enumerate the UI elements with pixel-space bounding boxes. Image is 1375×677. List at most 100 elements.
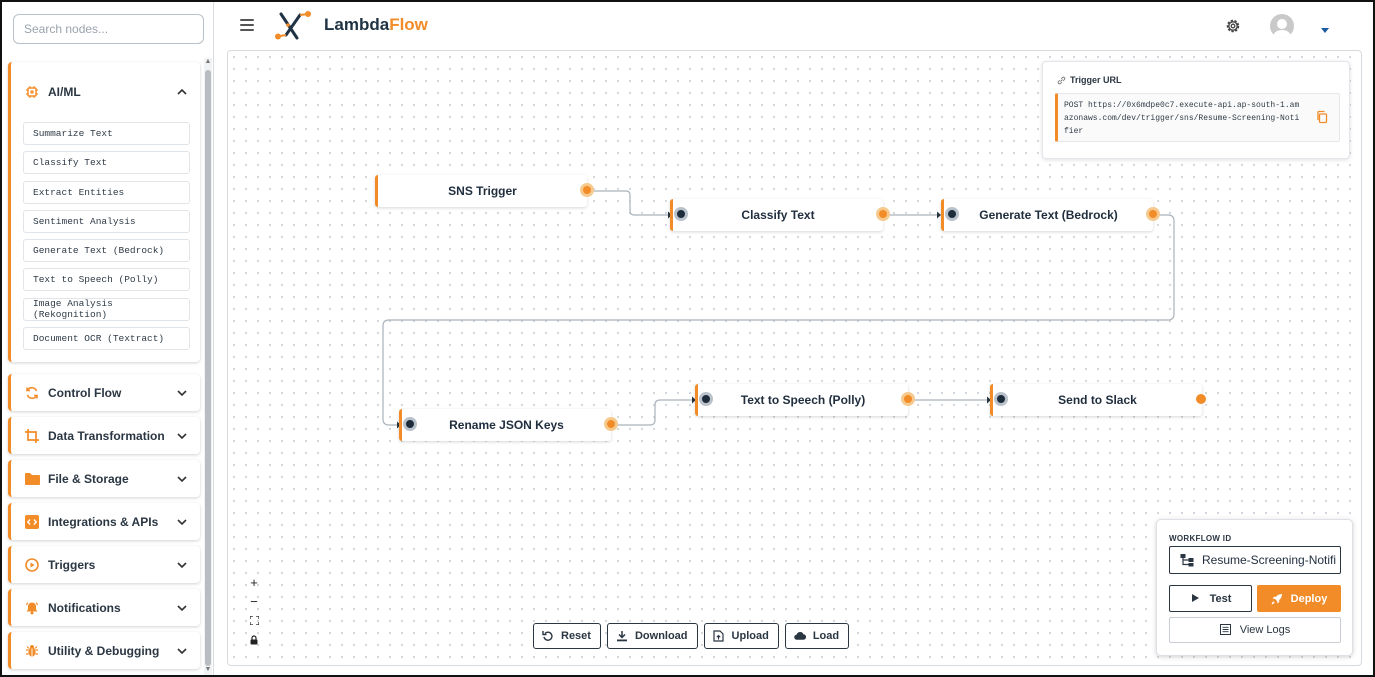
category-label: Data Transformation — [48, 428, 165, 443]
reset-label: Reset — [561, 630, 591, 642]
node-rename-json-keys[interactable]: Rename JSON Keys — [399, 409, 618, 441]
download-button[interactable]: Download — [606, 623, 698, 649]
sidebar-scrollbar[interactable]: ▲ ▼ — [204, 58, 212, 675]
chevron-down-icon — [176, 602, 188, 614]
zoom-out-label: − — [250, 594, 258, 609]
category-label: Utility & Debugging — [48, 643, 160, 658]
output-handle[interactable] — [876, 207, 890, 221]
trigger-url-text[interactable]: POST https://0x6mdpe0c7.execute-api.ap-s… — [1064, 99, 1302, 138]
play-icon — [1190, 593, 1202, 605]
category-label: File & Storage — [48, 471, 129, 486]
copy-icon[interactable] — [1315, 110, 1329, 124]
chip-icon — [24, 84, 40, 100]
chevron-down-icon[interactable] — [1320, 21, 1330, 33]
avatar[interactable] — [1270, 14, 1294, 38]
scrollbar-thumb[interactable] — [205, 70, 211, 666]
node-item-summarize-text[interactable]: Summarize Text — [23, 122, 190, 145]
zoom-in-button[interactable]: + — [244, 573, 264, 592]
category-label: Notifications — [48, 600, 121, 615]
output-handle[interactable] — [1146, 207, 1160, 221]
chevron-down-icon — [176, 645, 188, 657]
node-item-text-to-speech[interactable]: Text to Speech (Polly) — [23, 268, 190, 292]
input-handle[interactable] — [403, 417, 417, 431]
node-item-classify-text[interactable]: Classify Text — [23, 151, 190, 175]
node-item-sentiment-analysis[interactable]: Sentiment Analysis — [23, 209, 190, 233]
download-label: Download — [634, 630, 688, 642]
output-handle[interactable] — [604, 417, 618, 431]
category-header-file-storage[interactable]: File & Storage — [11, 460, 200, 497]
deploy-button[interactable]: Deploy — [1257, 585, 1341, 612]
category-file-storage[interactable]: File & Storage — [8, 460, 200, 497]
lock-icon — [250, 634, 258, 644]
output-handle[interactable] — [580, 183, 594, 197]
category-header-utility-debugging[interactable]: Utility & Debugging — [11, 632, 200, 669]
input-handle[interactable] — [994, 392, 1008, 406]
play-circle-icon — [24, 557, 40, 573]
output-handle[interactable] — [901, 392, 915, 406]
node-item-extract-entities[interactable]: Extract Entities — [23, 180, 190, 204]
reset-icon — [542, 630, 554, 642]
chevron-down-icon — [176, 559, 188, 571]
workflow-canvas[interactable]: SNS Trigger Classify Text Generate Text … — [227, 50, 1362, 666]
category-label: Integrations & APIs — [48, 514, 159, 529]
category-integrations-apis[interactable]: Integrations & APIs — [8, 503, 200, 540]
trigger-url-card: Trigger URL POST https://0x6mdpe0c7.exec… — [1042, 61, 1350, 159]
node-text-to-speech[interactable]: Text to Speech (Polly) — [695, 384, 915, 416]
test-button[interactable]: Test — [1169, 585, 1252, 612]
scroll-up-arrow-icon[interactable]: ▲ — [204, 58, 212, 65]
node-item-document-ocr[interactable]: Document OCR (Textract) — [23, 327, 190, 351]
input-handle[interactable] — [674, 207, 688, 221]
search-input[interactable] — [13, 14, 204, 44]
view-logs-button[interactable]: View Logs — [1169, 617, 1341, 643]
input-handle[interactable] — [945, 207, 959, 221]
node-classify-text[interactable]: Classify Text — [670, 199, 890, 231]
download-icon — [616, 630, 628, 642]
category-header-ai-ml[interactable]: AI/ML — [11, 62, 200, 122]
category-header-data-transformation[interactable]: Data Transformation — [11, 417, 200, 454]
output-handle[interactable] — [1196, 394, 1206, 404]
category-notifications[interactable]: Notifications — [8, 589, 200, 626]
upload-button[interactable]: Upload — [703, 623, 779, 649]
category-triggers[interactable]: Triggers — [8, 546, 200, 583]
trigger-url-title: Trigger URL — [1057, 75, 1122, 85]
node-item-generate-text[interactable]: Generate Text (Bedrock) — [23, 239, 190, 263]
chevron-down-icon — [176, 516, 188, 528]
gear-icon[interactable] — [1224, 17, 1242, 35]
fit-view-button[interactable] — [244, 611, 264, 630]
node-sns-trigger[interactable]: SNS Trigger — [375, 175, 594, 207]
brand-name-part2: Flow — [389, 15, 428, 34]
category-header-notifications[interactable]: Notifications — [11, 589, 200, 626]
category-header-triggers[interactable]: Triggers — [11, 546, 200, 583]
lambdaflow-logo — [272, 11, 314, 41]
link-icon — [1057, 76, 1066, 84]
category-utility-debugging[interactable]: Utility & Debugging — [8, 632, 200, 669]
category-header-integrations-apis[interactable]: Integrations & APIs — [11, 503, 200, 540]
node-label: Classify Text — [741, 208, 815, 222]
upload-label: Upload — [731, 630, 769, 642]
canvas-toolbar: Reset Download Upload Load — [533, 623, 855, 649]
load-button[interactable]: Load — [784, 623, 850, 649]
lock-button[interactable] — [244, 630, 264, 649]
category-control-flow[interactable]: Control Flow — [8, 374, 200, 411]
node-item-image-analysis[interactable]: Image Analysis (Rekognition) — [23, 297, 190, 321]
node-generate-text[interactable]: Generate Text (Bedrock) — [941, 199, 1160, 231]
trigger-url-title-text: Trigger URL — [1070, 75, 1122, 85]
node-send-to-slack[interactable]: Send to Slack — [990, 384, 1206, 416]
category-items: Summarize Text Classify Text Extract Ent… — [11, 122, 200, 362]
rocket-icon — [1271, 593, 1283, 605]
category-label: Control Flow — [48, 385, 122, 400]
reset-button[interactable]: Reset — [533, 623, 601, 649]
zoom-out-button[interactable]: − — [244, 592, 264, 611]
zoom-controls: + − — [244, 573, 264, 649]
menu-icon[interactable] — [240, 19, 254, 31]
input-handle[interactable] — [699, 392, 713, 406]
category-header-control-flow[interactable]: Control Flow — [11, 374, 200, 411]
edge-sns-classify — [589, 190, 668, 216]
category-data-transformation[interactable]: Data Transformation — [8, 417, 200, 454]
fit-view-icon — [249, 616, 259, 625]
workflow-id-field[interactable]: Resume-Screening-Notifi — [1169, 546, 1341, 574]
test-label: Test — [1209, 592, 1232, 605]
scroll-down-arrow-icon[interactable]: ▼ — [204, 666, 212, 673]
workflow-id-value: Resume-Screening-Notifi — [1202, 553, 1337, 567]
node-label: Text to Speech (Polly) — [740, 393, 866, 407]
